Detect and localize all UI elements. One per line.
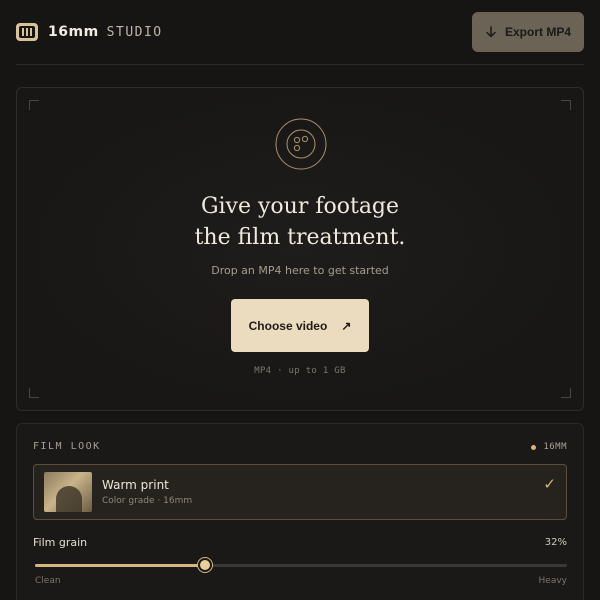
film-format-label: 16MM [543, 442, 567, 452]
frame-corner-bottom-left [29, 388, 39, 398]
upload-dropzone[interactable]: Give your footage the film treatment. Dr… [16, 87, 584, 411]
film-look-label: FILM LOOK [33, 441, 101, 452]
preset-thumbnail [44, 472, 92, 512]
export-mp4-button[interactable]: Export MP4 [472, 12, 584, 52]
choose-video-label: Choose video [248, 318, 328, 333]
film-reel-icon [275, 118, 327, 170]
film-grain-label: Film grain [33, 536, 88, 549]
app-header: 16mm STUDIO Export MP4 [16, 0, 584, 65]
slider-fill [35, 564, 206, 567]
arrow-down-icon [486, 26, 496, 38]
status-dot-icon [531, 444, 537, 450]
slider-handle[interactable] [198, 558, 213, 572]
film-format-tag: 16MM [531, 442, 567, 452]
film-look-panel: FILM LOOK 16MM Warm print Color grade · … [16, 423, 584, 600]
headline-line-1: Give your footage [200, 194, 400, 219]
brand: 16mm STUDIO [16, 22, 163, 42]
frame-corner-bottom-right [561, 388, 571, 398]
film-strip-icon [16, 23, 38, 41]
film-grain-slider[interactable] [35, 558, 567, 572]
upload-headline: Give your footage the film treatment. [17, 191, 583, 253]
preset-title: Warm print [102, 478, 169, 492]
check-icon: ✓ [543, 475, 556, 493]
slider-min-label: Clean [35, 576, 61, 586]
slider-max-label: Heavy [538, 576, 567, 586]
upload-subtext: Drop an MP4 here to get started [211, 264, 389, 277]
brand-sub: STUDIO [106, 24, 163, 40]
brand-name: 16mm [48, 24, 99, 40]
film-grain-value: 32% [544, 537, 567, 548]
export-button-label: Export MP4 [504, 25, 571, 39]
preset-warm-print[interactable]: Warm print Color grade · 16mm ✓ [33, 464, 567, 520]
headline-line-2: the film treatment. [194, 225, 406, 250]
choose-video-button[interactable]: Choose video ↗ [231, 299, 369, 352]
frame-corner-top-left [29, 100, 39, 110]
upload-limit: MP4 · up to 1 GB [254, 366, 346, 376]
frame-corner-top-right [561, 100, 571, 110]
preset-subtitle: Color grade · 16mm [102, 496, 193, 506]
arrow-up-right-icon: ↗ [341, 318, 352, 333]
